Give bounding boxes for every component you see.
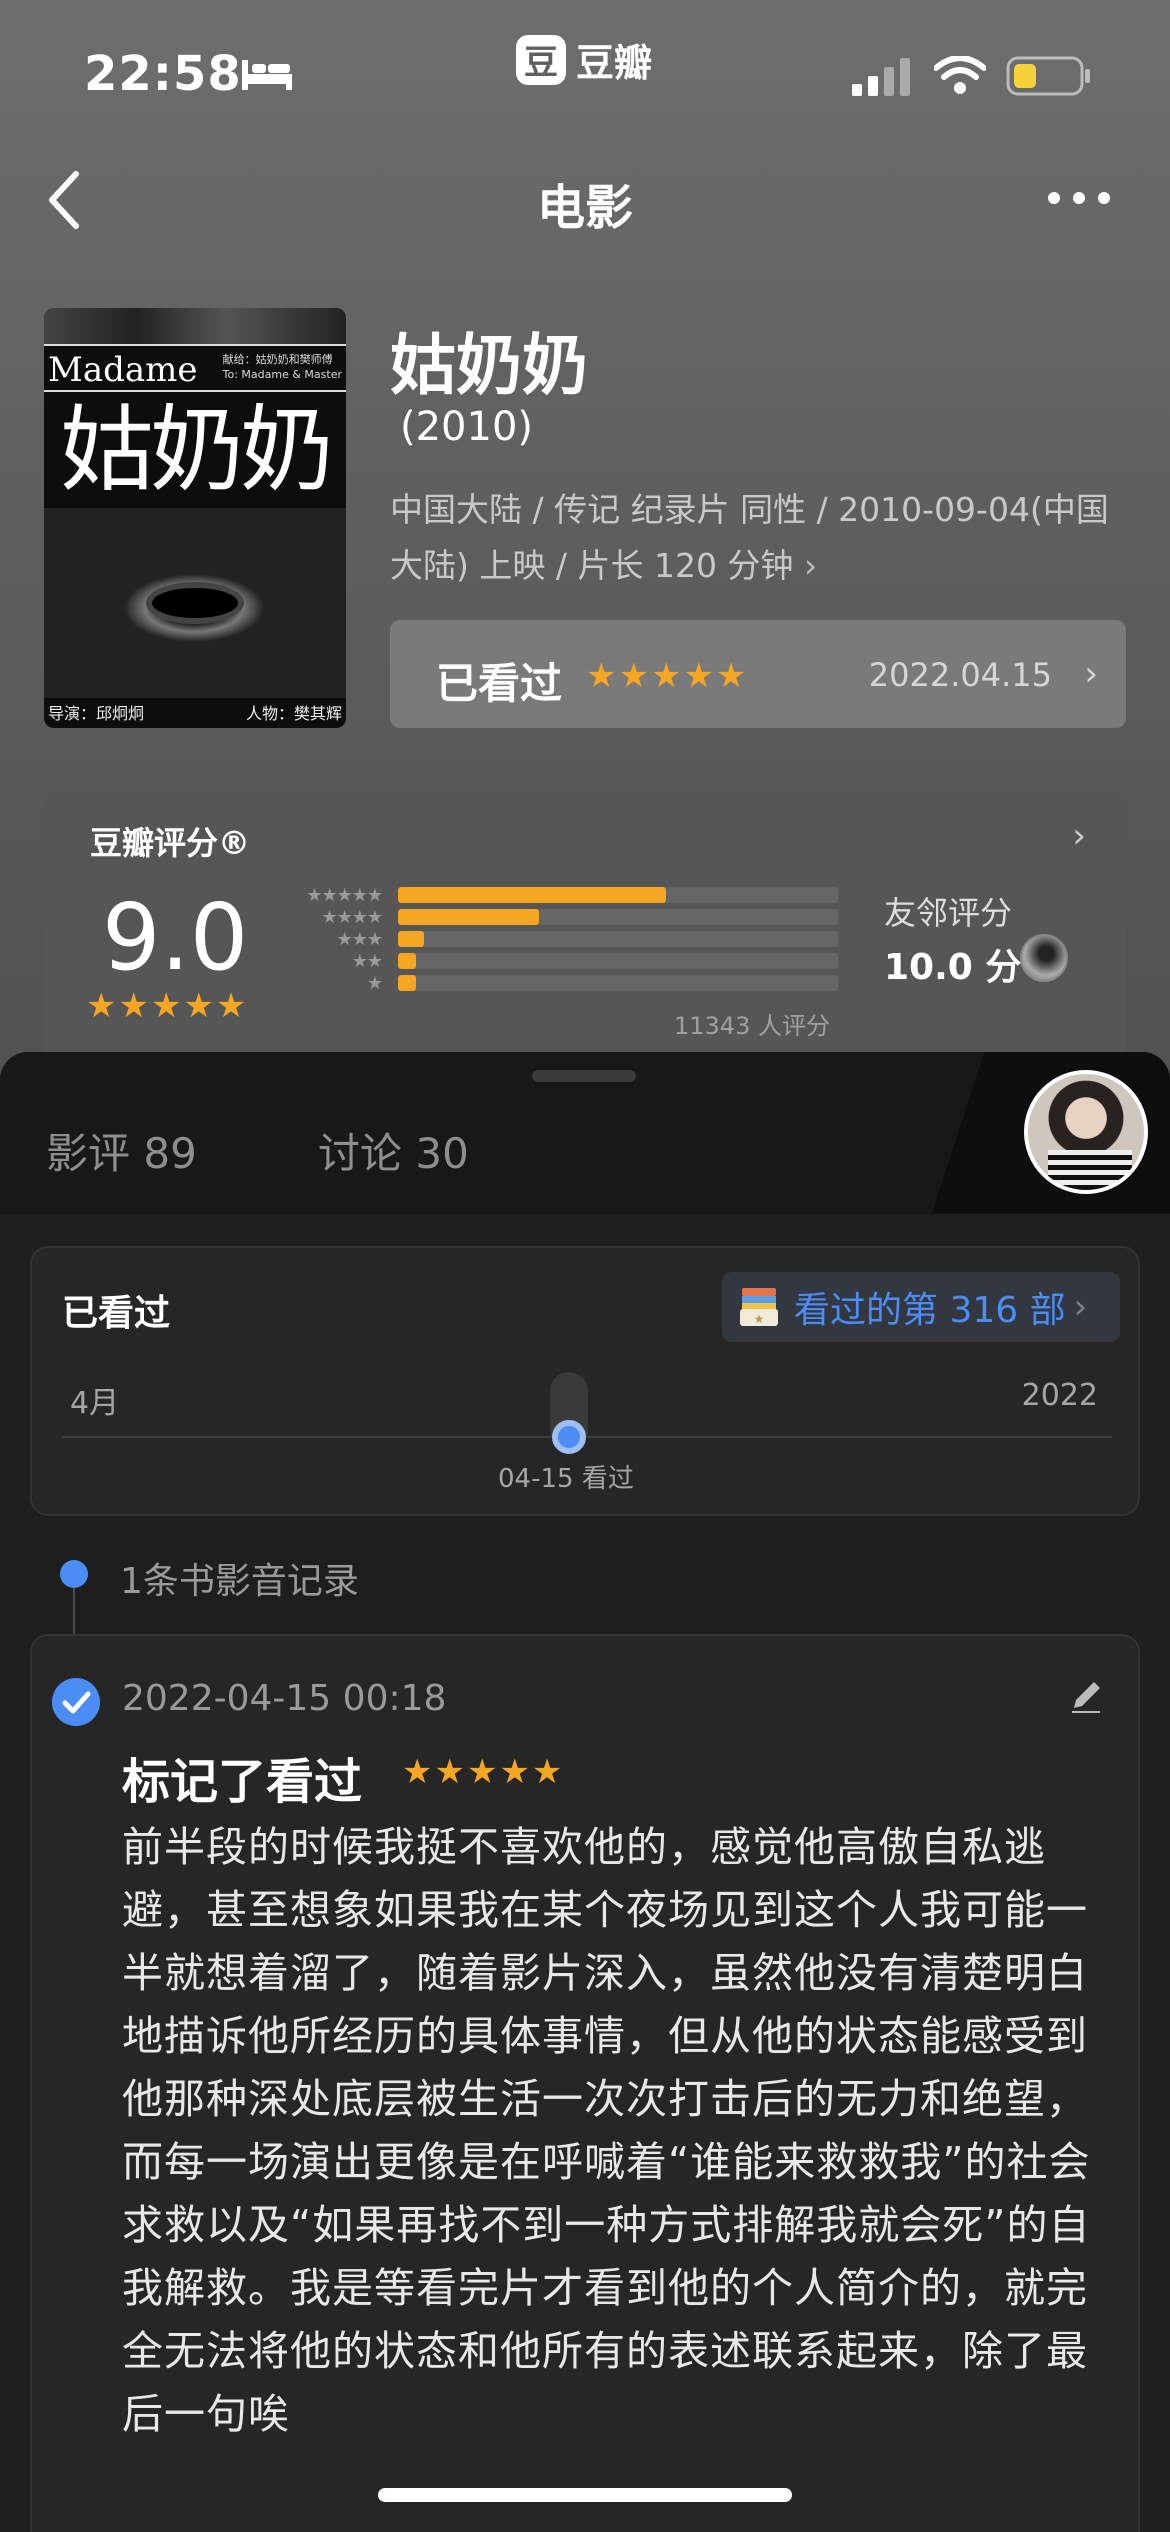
rating-count: 11343 人评分 bbox=[674, 1012, 830, 1040]
rating-distribution-label: ★★★★ bbox=[321, 906, 383, 928]
poster-credits: 导演：邱炯炯 人物：樊其辉 bbox=[48, 704, 342, 723]
tab-discussions[interactable]: 讨论 30 bbox=[318, 1120, 469, 1181]
tab-bar: 影评 89 讨论 30 bbox=[0, 1052, 1170, 1214]
record-time: 2022-04-15 00:18 bbox=[122, 1678, 447, 1719]
tab-reviews[interactable]: 影评 89 bbox=[46, 1120, 197, 1181]
user-avatar[interactable] bbox=[1024, 1070, 1148, 1194]
rating-distribution-bar bbox=[398, 931, 425, 947]
rating-title: 豆瓣评分® bbox=[90, 824, 251, 862]
rating-distribution-row: ★★ bbox=[276, 950, 838, 972]
rating-distribution-bar bbox=[398, 975, 416, 991]
timeline-caption: 04-15 看过 bbox=[498, 1464, 634, 1494]
friend-rating-score: 10.0 分 bbox=[884, 947, 1022, 988]
record-title: 标记了看过 bbox=[122, 1754, 363, 1810]
my-watched-status-button[interactable]: 已看过 ★★★★★ 2022.04.15 › bbox=[390, 620, 1126, 728]
timeline-dot[interactable] bbox=[552, 1420, 586, 1454]
bottom-sheet: 影评 89 讨论 30 已看过 ★ 看过的第 316 部 › 4月 2022 0… bbox=[0, 1052, 1170, 2532]
bed-icon bbox=[242, 60, 292, 90]
record-count: 1条书影音记录 bbox=[120, 1561, 359, 1602]
page-title: 电影 bbox=[536, 180, 633, 236]
svg-text:★: ★ bbox=[754, 1312, 765, 1326]
rating-stars: ★★★★★ bbox=[86, 986, 249, 1026]
rating-distribution-bar bbox=[398, 953, 416, 969]
edit-icon[interactable] bbox=[1066, 1676, 1106, 1716]
rating-distribution-row: ★★★★★ bbox=[276, 884, 838, 906]
app-badge: 豆 豆瓣 bbox=[516, 32, 652, 87]
drag-handle[interactable] bbox=[532, 1070, 636, 1082]
collection-box-icon: ★ bbox=[740, 1288, 778, 1326]
rating-distribution-label: ★★★★★ bbox=[306, 884, 383, 906]
poster-eye bbox=[152, 588, 238, 618]
chevron-right-icon: › bbox=[1072, 816, 1086, 856]
wifi-icon bbox=[934, 56, 986, 94]
record-timeline-dot bbox=[60, 1560, 88, 1588]
signal-icon bbox=[852, 58, 910, 96]
rating-distribution: ★★★★★ ★★★★ ★★★ ★★ ★ bbox=[276, 884, 838, 994]
rating-distribution-row: ★ bbox=[276, 972, 838, 994]
timeline-month: 4月 bbox=[70, 1386, 120, 1421]
check-icon bbox=[52, 1678, 100, 1726]
watched-label: 已看过 bbox=[436, 659, 563, 708]
poster-dedication: 献给：姑奶奶和樊师傅 To: Madame & Master bbox=[222, 353, 342, 381]
poster-madame-text: Madame bbox=[48, 350, 198, 390]
movie-title: 姑奶奶 bbox=[390, 327, 588, 404]
chevron-right-icon: › bbox=[803, 546, 818, 585]
more-icon[interactable] bbox=[1046, 184, 1112, 212]
rating-distribution-row: ★★★ bbox=[276, 928, 838, 950]
movie-poster[interactable]: Madame 献给：姑奶奶和樊师傅 To: Madame & Master 姑奶… bbox=[44, 308, 346, 728]
home-indicator[interactable] bbox=[378, 2488, 792, 2502]
watched-date: 2022.04.15 bbox=[868, 656, 1052, 694]
record-stars: ★★★★★ bbox=[402, 1752, 565, 1792]
rating-distribution-track bbox=[398, 887, 838, 903]
douban-logo-icon: 豆 bbox=[516, 34, 566, 85]
rating-distribution-label: ★ bbox=[366, 972, 383, 994]
rating-distribution-track bbox=[398, 953, 838, 969]
rating-distribution-bar bbox=[398, 887, 667, 903]
watched-card-title: 已看过 bbox=[62, 1293, 171, 1334]
chevron-right-icon: › bbox=[1073, 1287, 1088, 1327]
status-time: 22:58 bbox=[84, 46, 242, 102]
watched-card: 已看过 ★ 看过的第 316 部 › 4月 2022 04-15 看过 bbox=[30, 1246, 1140, 1516]
watched-count-button[interactable]: ★ 看过的第 316 部 › bbox=[722, 1272, 1120, 1342]
rating-distribution-track bbox=[398, 909, 838, 925]
record-comment: 前半段的时候我挺不喜欢他的，感觉他高傲自私逃避，甚至想象如果我在某个夜场见到这个… bbox=[122, 1823, 1091, 2438]
battery-icon bbox=[1006, 56, 1090, 96]
chevron-right-icon: › bbox=[1084, 654, 1098, 694]
friend-rating-label: 友邻评分 bbox=[884, 894, 1013, 932]
rating-score: 9.0 bbox=[102, 884, 249, 991]
rating-distribution-track bbox=[398, 975, 838, 991]
rating-distribution-label: ★★ bbox=[351, 950, 383, 972]
app-name: 豆瓣 bbox=[576, 41, 653, 85]
movie-year: (2010) bbox=[400, 404, 534, 450]
rating-distribution-bar bbox=[398, 909, 539, 925]
timeline-year: 2022 bbox=[1021, 1378, 1098, 1413]
douban-rating-card[interactable]: 豆瓣评分® › 9.0 ★★★★★ ★★★★★ ★★★★ ★★★ ★★ ★ 11343 … bbox=[44, 788, 1126, 1088]
my-rating-stars: ★★★★★ bbox=[586, 656, 749, 696]
rating-distribution-label: ★★★ bbox=[336, 928, 383, 950]
movie-meta[interactable]: 中国大陆 / 传记 纪录片 同性 / 2010-09-04(中国 大陆) 上映 … bbox=[390, 482, 1120, 594]
poster-film-strip bbox=[44, 308, 346, 344]
friend-avatar[interactable] bbox=[1020, 934, 1068, 982]
rating-distribution-row: ★★★★ bbox=[276, 906, 838, 928]
rating-distribution-track bbox=[398, 931, 838, 947]
watched-count-text: 看过的第 316 部 bbox=[794, 1290, 1066, 1331]
record-card: 2022-04-15 00:18 标记了看过 ★★★★★ 前半段的时候我挺不喜欢… bbox=[30, 1634, 1140, 2532]
poster-title: 姑奶奶 bbox=[59, 396, 334, 505]
